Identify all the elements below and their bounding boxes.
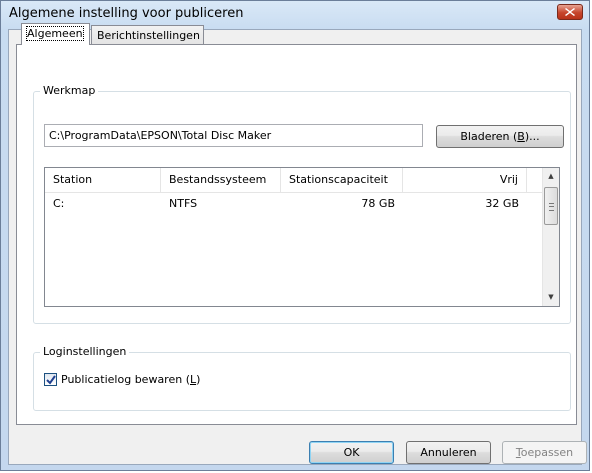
browse-label-post: )... — [524, 130, 540, 143]
cell-free: 32 GB — [485, 197, 519, 210]
tab-panel: Werkmap C:\ProgramData\EPSON\Total Disc … — [16, 44, 577, 425]
tab-label: Berichtinstellingen — [97, 29, 200, 42]
cell-filesystem: NTFS — [169, 197, 198, 210]
browse-button[interactable]: Bladeren (B)... — [436, 125, 564, 148]
drives-list-scrollbar[interactable]: ▲ ▼ — [542, 168, 559, 306]
checkmark-icon — [46, 375, 56, 385]
cell-capacity: 78 GB — [361, 197, 395, 210]
cell-station: C: — [53, 197, 65, 210]
browse-accel: B — [517, 130, 525, 143]
drives-list-header: Station Bestandssysteem Stationscapacite… — [45, 168, 559, 193]
arrow-down-icon[interactable]: ▼ — [543, 289, 559, 306]
keep-publication-log-label[interactable]: Publicatielog bewaren (L) — [61, 373, 200, 386]
tab-label: Algemeen — [26, 26, 84, 41]
login-settings-group-label: Loginstellingen — [40, 345, 130, 358]
grip-icon — [549, 203, 554, 211]
login-settings-group: Loginstellingen Publicatielog bewaren (L… — [33, 345, 571, 411]
column-header-stationscapaciteit[interactable]: Stationscapaciteit — [281, 168, 403, 192]
checkbox-label-pre: Publicatielog bewaren ( — [61, 373, 190, 386]
window-title: Algemene instelling voor publiceren — [9, 6, 244, 21]
drives-list[interactable]: Station Bestandssysteem Stationscapacite… — [44, 167, 560, 307]
tab-berichtinstellingen[interactable]: Berichtinstellingen — [91, 25, 204, 45]
checkbox-label-post: ) — [196, 373, 201, 386]
keep-publication-log-checkbox[interactable] — [44, 373, 57, 386]
tab-algemeen[interactable]: Algemeen — [21, 23, 90, 45]
column-header-vrij[interactable]: Vrij — [403, 168, 527, 192]
scrollbar-thumb[interactable] — [544, 187, 558, 225]
close-button[interactable] — [557, 4, 583, 20]
cancel-button[interactable]: Annuleren — [406, 441, 491, 464]
close-icon — [565, 8, 575, 16]
arrow-up-icon[interactable]: ▲ — [543, 168, 559, 185]
column-header-station[interactable]: Station — [45, 168, 161, 192]
werkmap-group-label: Werkmap — [40, 84, 99, 97]
workfolder-path-input[interactable]: C:\ProgramData\EPSON\Total Disc Maker — [44, 124, 423, 147]
werkmap-group: Werkmap C:\ProgramData\EPSON\Total Disc … — [33, 84, 571, 324]
apply-label-rest: oepassen — [520, 446, 574, 459]
apply-button[interactable]: Toepassen — [502, 441, 587, 464]
browse-label-pre: Bladeren ( — [460, 130, 518, 143]
ok-button[interactable]: OK — [309, 441, 394, 464]
column-header-bestandssysteem[interactable]: Bestandssysteem — [161, 168, 281, 192]
